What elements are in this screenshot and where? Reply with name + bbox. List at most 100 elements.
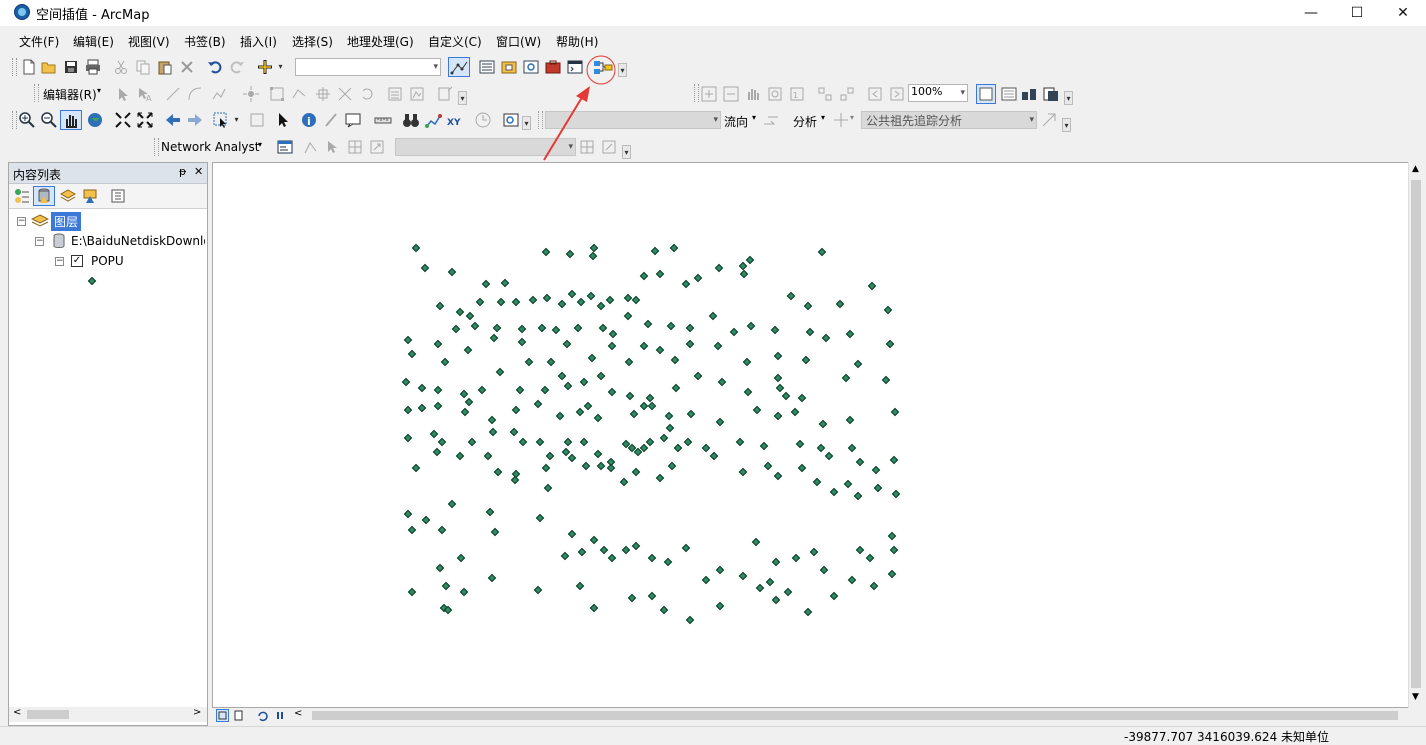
scroll-up-icon[interactable]: ▲ bbox=[1412, 164, 1419, 174]
network-identify-icon[interactable] bbox=[600, 138, 618, 156]
layout-pan-icon[interactable] bbox=[744, 85, 762, 103]
search-window-icon[interactable] bbox=[522, 58, 540, 76]
redo-icon[interactable] bbox=[228, 58, 246, 76]
trace-icon[interactable] bbox=[210, 85, 228, 103]
menu-file[interactable]: 文件(F) bbox=[19, 33, 59, 50]
select-dropdown-icon[interactable]: ▾ bbox=[232, 113, 241, 127]
maximize-button[interactable]: ☐ bbox=[1334, 0, 1380, 26]
data-driven-pages-icon[interactable] bbox=[1042, 85, 1060, 103]
collapse-layer-icon[interactable]: − bbox=[55, 257, 64, 266]
html-popup-icon[interactable] bbox=[344, 111, 362, 129]
map-view[interactable] bbox=[212, 162, 1422, 708]
layers-data-frame[interactable]: 图层 bbox=[51, 212, 82, 231]
toolbar-options-icon[interactable]: ▾ bbox=[458, 91, 467, 105]
menu-help[interactable]: 帮助(H) bbox=[556, 33, 598, 50]
copy-icon[interactable] bbox=[134, 58, 152, 76]
solve-icon[interactable] bbox=[1040, 111, 1058, 129]
menu-insert[interactable]: 插入(I) bbox=[240, 33, 277, 50]
zoom-out-icon[interactable] bbox=[40, 111, 58, 129]
create-viewer-window-icon[interactable] bbox=[502, 111, 520, 129]
go-back-extent-icon[interactable] bbox=[866, 85, 884, 103]
new-document-icon[interactable] bbox=[20, 58, 38, 76]
pin-icon[interactable]: ᵽ bbox=[179, 165, 186, 178]
select-elements-icon[interactable] bbox=[274, 111, 292, 129]
toolbar-grip[interactable] bbox=[154, 138, 159, 156]
paste-icon[interactable] bbox=[156, 58, 174, 76]
reshape-feature-icon[interactable] bbox=[290, 85, 308, 103]
add-data-dropdown-icon[interactable]: ▾ bbox=[276, 60, 285, 74]
trace-task-combo[interactable]: 公共祖先追踪分析 ▾ bbox=[861, 111, 1037, 129]
close-button[interactable]: ✕ bbox=[1380, 0, 1426, 26]
edit-annotation-icon[interactable]: A bbox=[136, 85, 154, 103]
toolbar-grip[interactable] bbox=[12, 111, 17, 129]
scroll-thumb[interactable] bbox=[312, 711, 1398, 720]
scroll-left-icon[interactable]: < bbox=[13, 707, 21, 718]
edit-tool-icon[interactable] bbox=[114, 85, 132, 103]
fixed-zoom-in-arrows-icon[interactable] bbox=[114, 111, 132, 129]
clear-selection-icon[interactable] bbox=[248, 111, 266, 129]
go-to-xy-icon[interactable]: XY bbox=[446, 111, 464, 129]
create-features-icon[interactable] bbox=[436, 85, 454, 103]
list-by-source-icon[interactable] bbox=[33, 186, 55, 206]
menu-selection[interactable]: 选择(S) bbox=[292, 33, 333, 50]
editor-toolbar-toggle-icon[interactable] bbox=[448, 57, 470, 77]
sketch-properties-icon[interactable] bbox=[408, 85, 426, 103]
hyperlink-icon[interactable] bbox=[322, 111, 340, 129]
arctoolbox-icon[interactable] bbox=[544, 58, 562, 76]
scale-combo[interactable]: ▾ bbox=[295, 58, 441, 76]
undo-icon[interactable] bbox=[206, 58, 224, 76]
toolbar-options-icon[interactable]: ▾ bbox=[1064, 91, 1073, 105]
layout-zoom-combo[interactable]: 100% ▾ bbox=[908, 84, 968, 102]
focus-data-frame-icon[interactable] bbox=[1000, 85, 1018, 103]
table-of-contents-icon[interactable] bbox=[478, 58, 496, 76]
menu-customize[interactable]: 自定义(C) bbox=[428, 33, 482, 50]
fixed-zoom-in-icon[interactable] bbox=[816, 85, 834, 103]
options-icon[interactable] bbox=[109, 187, 127, 205]
fixed-zoom-out-arrows-icon[interactable] bbox=[136, 111, 154, 129]
split-tool-icon[interactable] bbox=[336, 85, 354, 103]
fixed-zoom-out-icon[interactable] bbox=[838, 85, 856, 103]
toolbar-grip[interactable] bbox=[34, 84, 39, 102]
catalog-icon[interactable] bbox=[500, 58, 518, 76]
collapse-layers-icon[interactable]: − bbox=[17, 217, 26, 226]
collapse-source-icon[interactable]: − bbox=[35, 237, 44, 246]
layer-name[interactable]: POPU bbox=[91, 254, 124, 268]
layout-zoom-in-icon[interactable] bbox=[700, 85, 718, 103]
straight-segment-icon[interactable] bbox=[164, 85, 182, 103]
data-view-icon[interactable] bbox=[216, 709, 229, 722]
scroll-right-icon[interactable]: > bbox=[193, 707, 201, 718]
scroll-down-icon[interactable]: ▼ bbox=[1412, 692, 1419, 702]
change-layout-icon[interactable] bbox=[1020, 85, 1038, 103]
refresh-icon[interactable] bbox=[256, 709, 269, 722]
layout-view-icon[interactable] bbox=[232, 709, 245, 722]
find-route-icon[interactable] bbox=[424, 111, 442, 129]
menu-bookmarks[interactable]: 书签(B) bbox=[184, 33, 226, 50]
toc-horizontal-scrollbar[interactable]: < > bbox=[9, 707, 207, 722]
toolbar-grip[interactable] bbox=[12, 58, 17, 76]
flow-direction-button[interactable]: 流向 bbox=[724, 113, 748, 130]
menu-geoprocessing[interactable]: 地理处理(G) bbox=[347, 33, 414, 50]
analysis-menu-button[interactable]: 分析 bbox=[793, 113, 817, 130]
toolbar-options-icon[interactable]: ▾ bbox=[618, 63, 627, 77]
menu-edit[interactable]: 编辑(E) bbox=[73, 33, 114, 50]
zoom-100-icon[interactable]: 1 bbox=[788, 85, 806, 103]
editor-menu-button[interactable]: 编辑器(R) bbox=[43, 86, 97, 103]
menu-windows[interactable]: 窗口(W) bbox=[496, 33, 541, 50]
zoom-in-icon[interactable] bbox=[18, 111, 36, 129]
toolbar-grip[interactable] bbox=[694, 84, 699, 102]
rotate-tool-icon[interactable] bbox=[358, 85, 376, 103]
measure-icon[interactable] bbox=[374, 111, 392, 129]
cut-icon[interactable] bbox=[112, 58, 130, 76]
edit-vertices-icon[interactable] bbox=[268, 85, 286, 103]
directions-icon[interactable] bbox=[368, 138, 386, 156]
list-by-visibility-icon[interactable] bbox=[59, 187, 77, 205]
list-by-selection-icon[interactable] bbox=[81, 187, 99, 205]
point-icon[interactable] bbox=[242, 85, 260, 103]
create-network-location-icon[interactable] bbox=[302, 138, 320, 156]
scroll-left-icon[interactable]: < bbox=[294, 708, 302, 719]
layer-visibility-checkbox[interactable]: ✓ bbox=[71, 255, 83, 267]
end-point-arc-icon[interactable] bbox=[186, 85, 204, 103]
open-folder-icon[interactable] bbox=[40, 58, 58, 76]
scroll-thumb[interactable] bbox=[27, 710, 69, 719]
delete-icon[interactable] bbox=[178, 58, 196, 76]
